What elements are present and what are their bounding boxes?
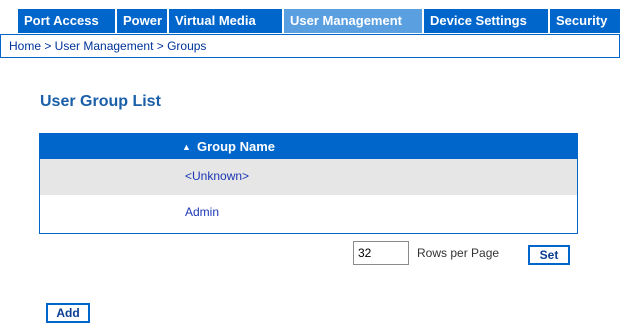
top-navigation: Port Access Power Virtual Media User Man… (0, 0, 620, 35)
breadcrumb[interactable]: Home > User Management > Groups (9, 39, 206, 53)
rows-per-page-input[interactable] (353, 241, 409, 265)
column-header-label: Group Name (197, 139, 276, 154)
breadcrumb-bar: Home > User Management > Groups (0, 34, 620, 58)
tab-device-settings[interactable]: Device Settings (424, 9, 548, 33)
set-button[interactable]: Set (528, 245, 570, 265)
tab-security[interactable]: Security (550, 9, 620, 33)
page: Port Access Power Virtual Media User Man… (0, 0, 620, 326)
tab-user-management[interactable]: User Management (284, 9, 422, 33)
user-group-table: ▲ Group Name <Unknown> Admin (39, 133, 578, 234)
group-link-unknown[interactable]: <Unknown> (185, 169, 249, 183)
group-link-admin[interactable]: Admin (185, 205, 219, 219)
add-group-button[interactable]: Add (46, 303, 90, 323)
column-header-group-name[interactable]: ▲ Group Name (40, 134, 577, 159)
page-title: User Group List (40, 93, 161, 110)
tab-power[interactable]: Power (117, 9, 167, 33)
table-row: Admin (40, 195, 577, 231)
rows-per-page-label: Rows per Page (417, 246, 500, 260)
tab-virtual-media[interactable]: Virtual Media (169, 9, 282, 33)
tab-port-access[interactable]: Port Access (18, 9, 115, 33)
sort-ascending-icon: ▲ (182, 142, 191, 152)
table-row: <Unknown> (40, 159, 577, 195)
